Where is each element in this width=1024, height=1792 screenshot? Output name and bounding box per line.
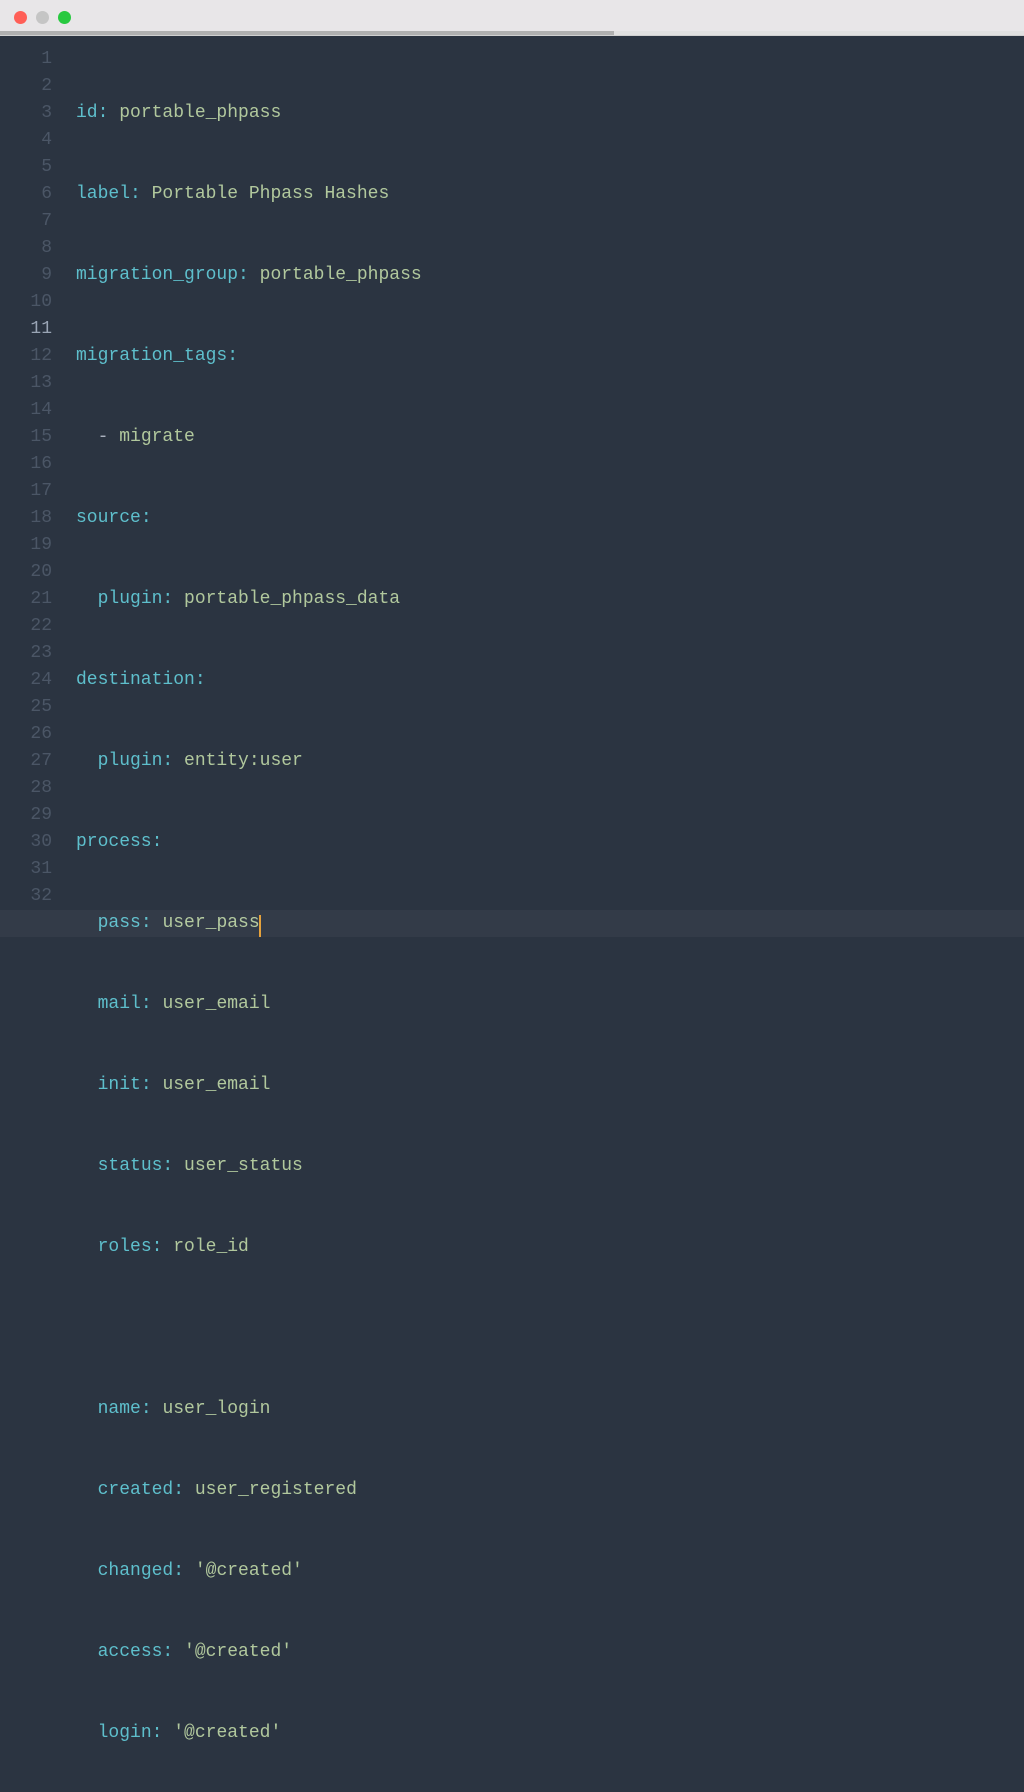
line-number: 8 — [0, 235, 62, 262]
code-line: destination: — [76, 667, 1024, 694]
code-area[interactable]: id: portable_phpass label: Portable Phpa… — [62, 36, 1024, 896]
code-line: migration_group: portable_phpass — [76, 262, 1024, 289]
line-number: 21 — [0, 586, 62, 613]
line-number: 28 — [0, 775, 62, 802]
tab-inactive-area — [614, 31, 1024, 35]
code-line: status: user_status — [76, 1153, 1024, 1180]
line-number: 6 — [0, 181, 62, 208]
line-number: 4 — [0, 127, 62, 154]
line-number: 13 — [0, 370, 62, 397]
line-number: 7 — [0, 208, 62, 235]
line-number: 3 — [0, 100, 62, 127]
code-line: roles: role_id — [76, 1234, 1024, 1261]
line-number: 32 — [0, 883, 62, 910]
maximize-icon[interactable] — [58, 11, 71, 24]
line-number: 9 — [0, 262, 62, 289]
tab-active[interactable] — [0, 31, 614, 35]
line-number: 18 — [0, 505, 62, 532]
code-line: mail: user_email — [76, 991, 1024, 1018]
code-line: plugin: portable_phpass_data — [76, 586, 1024, 613]
code-line-current: pass: user_pass — [76, 910, 1024, 937]
line-number: 5 — [0, 154, 62, 181]
code-line: - migrate — [76, 424, 1024, 451]
line-number: 24 — [0, 667, 62, 694]
code-line: source: — [76, 505, 1024, 532]
code-line: id: portable_phpass — [76, 100, 1024, 127]
line-number: 25 — [0, 694, 62, 721]
text-cursor — [259, 915, 261, 937]
line-number: 23 — [0, 640, 62, 667]
line-number: 26 — [0, 721, 62, 748]
line-number: 2 — [0, 73, 62, 100]
line-number: 16 — [0, 451, 62, 478]
line-number: 30 — [0, 829, 62, 856]
line-number: 29 — [0, 802, 62, 829]
window-titlebar — [0, 0, 1024, 36]
line-number-current: 11 — [0, 316, 62, 343]
line-number-gutter: 1 2 3 4 5 6 7 8 9 10 11 12 13 14 15 16 1… — [0, 36, 62, 896]
line-number: 27 — [0, 748, 62, 775]
code-line: changed: '@created' — [76, 1558, 1024, 1585]
code-line: process: — [76, 829, 1024, 856]
close-icon[interactable] — [14, 11, 27, 24]
code-line: login: '@created' — [76, 1720, 1024, 1747]
line-number: 20 — [0, 559, 62, 586]
line-number: 10 — [0, 289, 62, 316]
code-line: plugin: entity:user — [76, 748, 1024, 775]
line-number: 22 — [0, 613, 62, 640]
line-number: 12 — [0, 343, 62, 370]
line-number: 31 — [0, 856, 62, 883]
code-line: created: user_registered — [76, 1477, 1024, 1504]
code-line: init: user_email — [76, 1072, 1024, 1099]
line-number: 14 — [0, 397, 62, 424]
line-number: 19 — [0, 532, 62, 559]
code-line: access: '@created' — [76, 1639, 1024, 1666]
line-number: 17 — [0, 478, 62, 505]
code-line: name: user_login — [76, 1396, 1024, 1423]
code-line: label: Portable Phpass Hashes — [76, 181, 1024, 208]
line-number: 15 — [0, 424, 62, 451]
tab-strip — [0, 31, 1024, 35]
line-number: 1 — [0, 46, 62, 73]
code-editor[interactable]: 1 2 3 4 5 6 7 8 9 10 11 12 13 14 15 16 1… — [0, 36, 1024, 896]
code-line — [76, 1315, 1024, 1342]
minimize-icon[interactable] — [36, 11, 49, 24]
code-line: migration_tags: — [76, 343, 1024, 370]
